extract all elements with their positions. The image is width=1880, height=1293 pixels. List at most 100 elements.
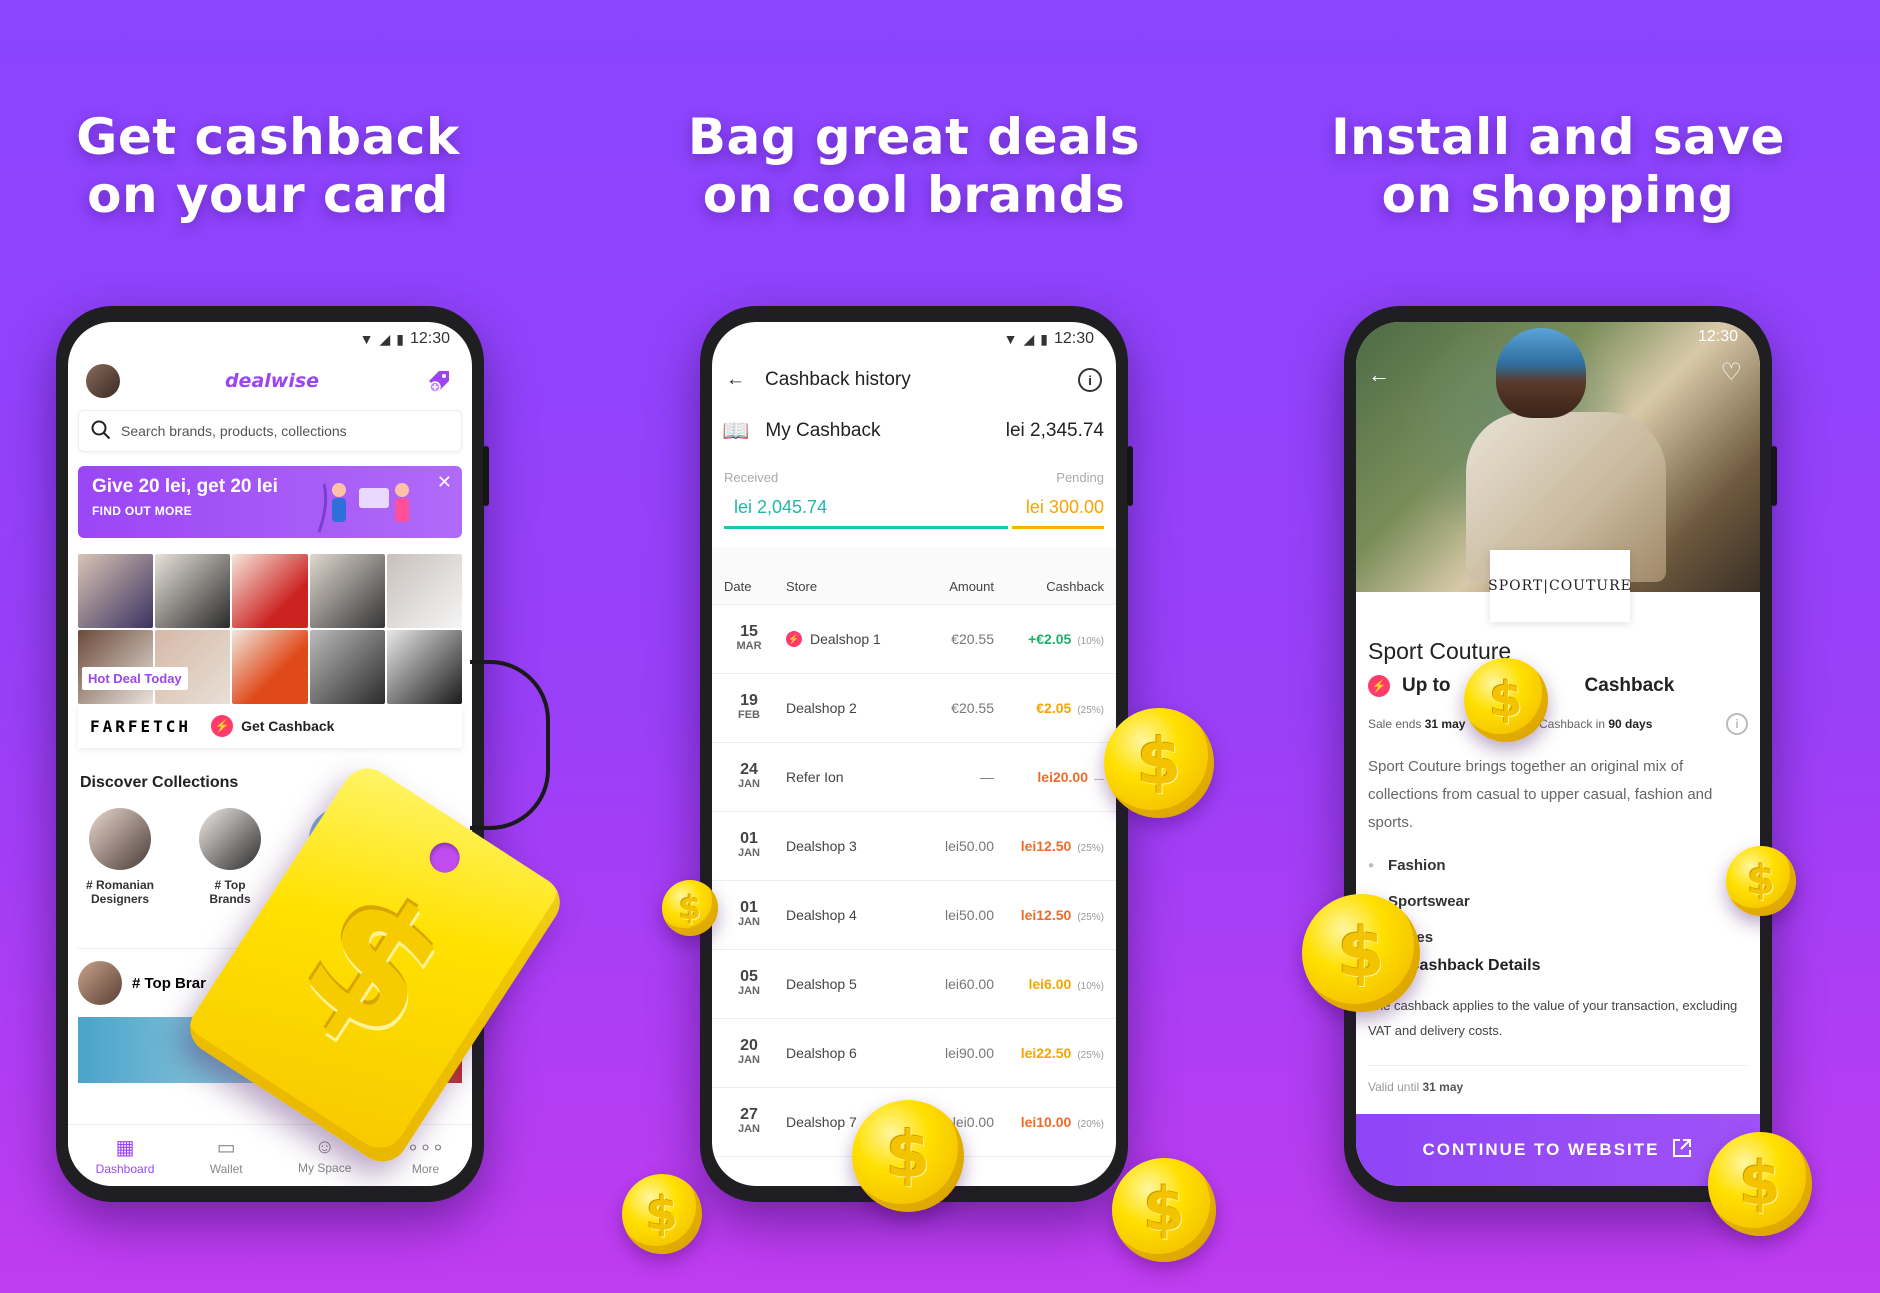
date-cell: 19 FEB bbox=[724, 693, 774, 723]
lightning-icon: ⚡ bbox=[786, 631, 802, 647]
store-cell: ⚡ Dealshop 1 bbox=[774, 631, 919, 647]
store-cell: Dealshop 6 bbox=[774, 1045, 919, 1061]
amount-cell: lei50.00 bbox=[944, 907, 994, 923]
cashback-percent: — bbox=[1094, 774, 1104, 785]
date-day: 19 bbox=[740, 692, 758, 709]
cta-label: CONTINUE TO WEBSITE bbox=[1422, 1140, 1660, 1159]
continue-to-website-button[interactable]: CONTINUE TO WEBSITE bbox=[1356, 1114, 1760, 1186]
date-month: JAN bbox=[737, 1123, 760, 1135]
tab-my-space[interactable]: ☺ My Space bbox=[298, 1136, 351, 1175]
date-day: 05 bbox=[740, 968, 758, 985]
cashback-value: lei10.00 bbox=[1020, 1114, 1072, 1130]
phone-side-button bbox=[1771, 446, 1777, 506]
store-name: Dealshop 3 bbox=[786, 838, 857, 854]
up-to-label: Up to bbox=[1402, 675, 1451, 696]
page-title: Cashback history bbox=[765, 369, 911, 390]
tab-wallet[interactable]: ▭ Wallet bbox=[210, 1135, 243, 1176]
amount-cell: €20.55 bbox=[951, 631, 994, 647]
date-cell: 27 JAN bbox=[724, 1107, 774, 1137]
table-row[interactable]: 05 JAN Dealshop 5 lei60.00 lei6.00 (10%) bbox=[712, 950, 1116, 1019]
tab-dashboard[interactable]: ▦ Dashboard bbox=[96, 1135, 155, 1176]
headline-cashback: Get cashback on your card bbox=[0, 108, 548, 224]
date-month: MAR bbox=[736, 640, 762, 652]
hot-deal-grid[interactable]: Hot Deal Today bbox=[78, 554, 462, 704]
brand-detail-body: Sport Couture ⚡ Up to Cashback Sale ends… bbox=[1356, 592, 1760, 1094]
store-name: Dealshop 7 bbox=[786, 1114, 857, 1130]
status-bar: ▼ ◢ ▮ 12:30 bbox=[712, 322, 1116, 356]
cashback-table-body: 15 MAR ⚡ Dealshop 1 €20.55 +€2.05 (10%) 19 FEB De… bbox=[712, 605, 1116, 1157]
table-row[interactable]: 19 FEB Dealshop 2 €20.55 €2.05 (25%) bbox=[712, 674, 1116, 743]
search-input[interactable]: Search brands, products, collections bbox=[78, 410, 462, 452]
store-name: Dealshop 4 bbox=[786, 907, 857, 923]
collection-top-brands[interactable]: # Top Brands bbox=[186, 808, 274, 906]
headline-line: on your card bbox=[87, 166, 449, 224]
category-label: Fashion bbox=[1388, 856, 1446, 874]
date-month: JAN bbox=[737, 916, 760, 928]
list-item: ●Shoes bbox=[1368, 919, 1748, 955]
store-cell: Dealshop 4 bbox=[774, 907, 919, 923]
brand-title: Sport Couture bbox=[1368, 638, 1512, 664]
store-cell: Dealshop 2 bbox=[774, 700, 919, 716]
avatar bbox=[78, 961, 122, 1005]
cashback-value: lei6.00 bbox=[1028, 976, 1072, 992]
collection-romanian-designers[interactable]: # Romanian Designers bbox=[76, 808, 164, 906]
heart-icon[interactable]: ♡ bbox=[1720, 358, 1742, 387]
deal-photo bbox=[232, 554, 308, 628]
cashback-details-text: The cashback applies to the value of you… bbox=[1368, 998, 1738, 1038]
store-name: Dealshop 1 bbox=[810, 631, 881, 647]
phone-cashback-history: ▼ ◢ ▮ 12:30 ← Cashback history i 📖 My Ca… bbox=[700, 306, 1133, 1202]
gift-tag-icon[interactable] bbox=[424, 366, 454, 396]
my-cashback-summary: 📖 My Cashback lei 2,345.74 bbox=[712, 404, 1116, 454]
cashback-value: lei12.50 bbox=[1020, 907, 1072, 923]
list-item: ● Fashion bbox=[1368, 856, 1446, 874]
status-time: 12:30 bbox=[1053, 330, 1094, 347]
more-icon: ∘∘∘ bbox=[406, 1137, 445, 1159]
cashback-details-title: Cashback Details bbox=[1408, 957, 1541, 974]
valid-until: Valid until 31 may bbox=[1368, 1065, 1748, 1094]
app-header: ← Cashback history i bbox=[712, 356, 1116, 404]
table-row[interactable]: 20 JAN Dealshop 6 lei90.00 lei22.50 (25%) bbox=[712, 1019, 1116, 1088]
collection-image bbox=[199, 808, 261, 870]
date-month: JAN bbox=[737, 985, 760, 997]
table-row[interactable]: 15 MAR ⚡ Dealshop 1 €20.55 +€2.05 (10%) bbox=[712, 605, 1116, 674]
deal-photo bbox=[309, 554, 385, 628]
tab-more[interactable]: ∘∘∘ More bbox=[407, 1135, 445, 1176]
brand-cashback-row[interactable]: FARFETCH ⚡ Get Cashback bbox=[78, 704, 462, 748]
deal-photo bbox=[386, 554, 462, 628]
back-arrow-icon[interactable]: ← bbox=[726, 369, 745, 391]
battery-icon: ▮ bbox=[396, 330, 404, 347]
cashback-cell: +€2.05 (10%) bbox=[994, 631, 1104, 647]
received-label: Received bbox=[724, 470, 779, 485]
coin-decoration: $ bbox=[1112, 1158, 1216, 1262]
promo-banner[interactable]: Give 20 lei, get 20 lei FIND OUT MORE ✕ bbox=[78, 466, 462, 538]
cashback-offer: ⚡ Up to Cashback bbox=[1368, 675, 1748, 697]
amount-cell: lei90.00 bbox=[944, 1045, 994, 1061]
cashback-cell: lei22.50 (25%) bbox=[994, 1045, 1104, 1061]
date-month: FEB bbox=[738, 709, 760, 721]
headline-line: on shopping bbox=[1381, 166, 1735, 224]
info-icon[interactable]: i bbox=[1078, 368, 1102, 392]
received-value: lei 2,045.74 bbox=[724, 493, 1008, 529]
store-name: Dealshop 5 bbox=[786, 976, 857, 992]
table-row[interactable]: 01 JAN Dealshop 3 lei50.00 lei12.50 (25%) bbox=[712, 812, 1116, 881]
tab-label: Dashboard bbox=[95, 1162, 155, 1176]
tag-string-decoration bbox=[470, 660, 550, 830]
pending-label: Pending bbox=[1056, 470, 1104, 485]
info-icon[interactable]: i bbox=[1725, 713, 1748, 735]
lightning-icon: ⚡ bbox=[211, 715, 234, 737]
hot-deal-badge: Hot Deal Today bbox=[82, 667, 188, 690]
avatar[interactable] bbox=[86, 364, 120, 398]
get-cashback-button[interactable]: ⚡ Get Cashback bbox=[211, 715, 334, 737]
table-row[interactable]: 24 JAN Refer Ion — lei20.00 — bbox=[712, 743, 1116, 812]
close-icon[interactable]: ✕ bbox=[437, 472, 452, 493]
back-arrow-icon[interactable]: ← bbox=[1368, 362, 1390, 388]
search-placeholder: Search brands, products, collections bbox=[121, 423, 347, 439]
store-cell: Refer Ion bbox=[774, 769, 919, 785]
tab-label: More bbox=[411, 1162, 440, 1176]
dashboard-icon: ▦ bbox=[115, 1137, 135, 1159]
phone-brand-detail: 12:30 ← ♡ SPORT|COUTURE Sport Couture ⚡ … bbox=[1344, 306, 1777, 1202]
my-cashback-total: lei 2,345.74 bbox=[1005, 420, 1104, 441]
table-row[interactable]: 01 JAN Dealshop 4 lei50.00 lei12.50 (25%) bbox=[712, 881, 1116, 950]
collection-label: Designers bbox=[90, 892, 150, 906]
deal-photo bbox=[386, 630, 462, 704]
